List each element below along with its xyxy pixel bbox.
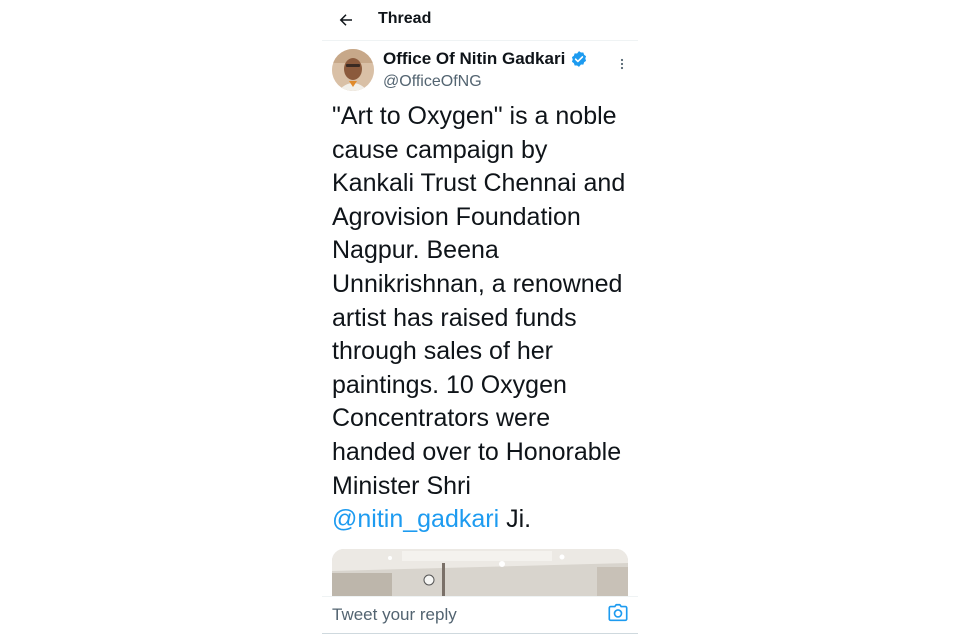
media-image [332, 549, 628, 599]
camera-icon[interactable] [607, 602, 629, 624]
back-button[interactable] [334, 8, 358, 32]
verified-badge-icon [572, 51, 587, 67]
author-handle[interactable]: @OfficeOfNG [383, 73, 482, 91]
thread-screen: Thread Office Of Nitin Gadkari @OfficeOf… [322, 0, 638, 640]
page-title: Thread [378, 10, 432, 27]
more-options-button[interactable] [614, 56, 630, 72]
arrow-left-icon [339, 14, 352, 26]
author-row: Office Of Nitin Gadkari [383, 48, 588, 70]
tweet-media[interactable] [332, 549, 628, 599]
more-vertical-icon [620, 58, 624, 70]
reply-input[interactable] [332, 601, 582, 629]
tweet-body-end: Ji. [499, 505, 532, 534]
tweet-body: "Art to Oxygen" is a noble cause campaig… [332, 102, 626, 500]
avatar[interactable] [332, 49, 374, 91]
mention-link[interactable]: @nitin_gadkari [332, 505, 499, 533]
reply-bar [322, 596, 638, 634]
author-name[interactable]: Office Of Nitin Gadkari [383, 48, 565, 70]
tweet-text: "Art to Oxygen" is a noble cause campaig… [332, 100, 636, 537]
top-bar: Thread [322, 0, 638, 41]
avatar-image [332, 49, 374, 91]
